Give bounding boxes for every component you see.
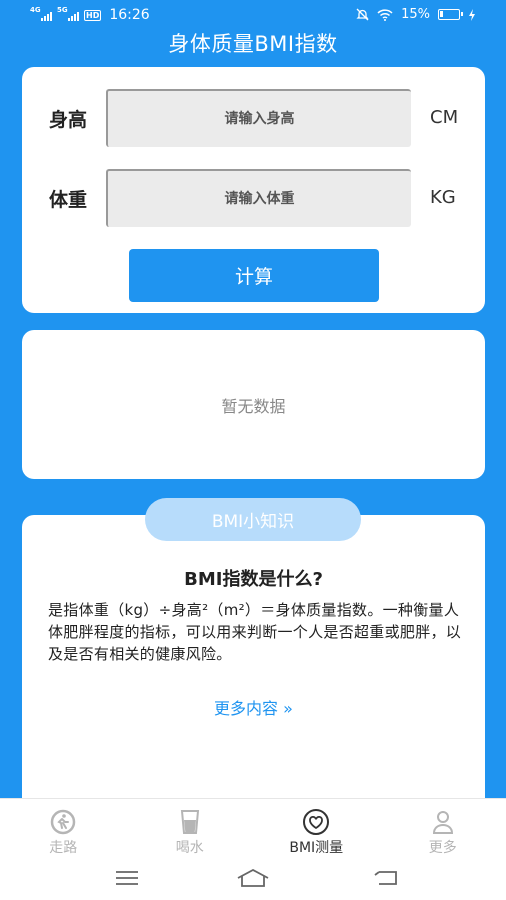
bottom-tab-bar: 走路 喝水 BMI测量 更多 <box>0 798 506 858</box>
tab-bmi[interactable]: BMI测量 <box>253 799 380 858</box>
height-row: 身高 CM <box>22 89 485 147</box>
weight-label: 体重 <box>49 189 88 211</box>
tab-water-label: 喝水 <box>175 840 204 856</box>
menu-icon <box>116 871 138 885</box>
hd-badge: HD <box>84 9 102 21</box>
tab-water[interactable]: 喝水 <box>127 799 254 858</box>
network-type-2: 5G <box>57 6 68 14</box>
system-nav-bar <box>0 858 506 900</box>
water-cup-icon <box>180 810 199 834</box>
calculate-button[interactable]: 计算 <box>129 249 379 302</box>
home-icon <box>237 869 269 887</box>
status-time: 16:26 <box>109 7 150 23</box>
home-nav-button[interactable] <box>235 866 271 890</box>
back-icon <box>374 871 397 885</box>
status-bar: 4G 5G HD 16:26 15% <box>0 0 506 30</box>
network-type-1: 4G <box>30 6 41 14</box>
height-input[interactable] <box>106 89 411 147</box>
battery-icon <box>438 9 463 20</box>
knowledge-body: 是指体重（kg）÷身高²（m²）＝身体质量指数。一种衡量人体肥胖程度的指标，可以… <box>48 601 462 663</box>
walk-icon <box>51 809 76 835</box>
tab-bmi-label: BMI测量 <box>289 840 344 856</box>
tab-walk-label: 走路 <box>49 840 78 856</box>
back-nav-button[interactable] <box>368 866 404 890</box>
page-title: 身体质量BMI指数 <box>168 32 338 56</box>
heart-icon <box>303 809 330 835</box>
knowledge-pill: BMI小知识 <box>145 498 361 541</box>
mute-icon <box>356 8 369 21</box>
knowledge-heading: BMI指数是什么? <box>184 569 323 590</box>
signal-icon-2: 5G <box>57 6 79 21</box>
bmi-input-card: 身高 CM 体重 KG 计算 <box>22 67 485 313</box>
empty-result-text: 暂无数据 <box>221 396 286 416</box>
result-card: 暂无数据 <box>22 330 485 479</box>
knowledge-card: BMI指数是什么? 是指体重（kg）÷身高²（m²）＝身体质量指数。一种衡量人体… <box>22 515 485 815</box>
tab-more[interactable]: 更多 <box>380 799 506 858</box>
tab-more-label: 更多 <box>428 840 457 856</box>
more-content-link[interactable]: 更多内容 » <box>22 695 485 719</box>
person-icon <box>432 811 453 834</box>
weight-input[interactable] <box>106 169 411 227</box>
tab-walk[interactable]: 走路 <box>0 799 127 858</box>
height-unit: CM <box>430 107 459 128</box>
height-label: 身高 <box>49 109 88 131</box>
weight-row: 体重 KG <box>22 169 485 227</box>
signal-icon-1: 4G <box>30 6 52 21</box>
wifi-icon <box>377 8 393 21</box>
menu-nav-button[interactable] <box>109 866 145 890</box>
battery-percent: 15% <box>401 7 430 22</box>
charging-icon <box>469 8 475 21</box>
weight-unit: KG <box>430 187 456 208</box>
